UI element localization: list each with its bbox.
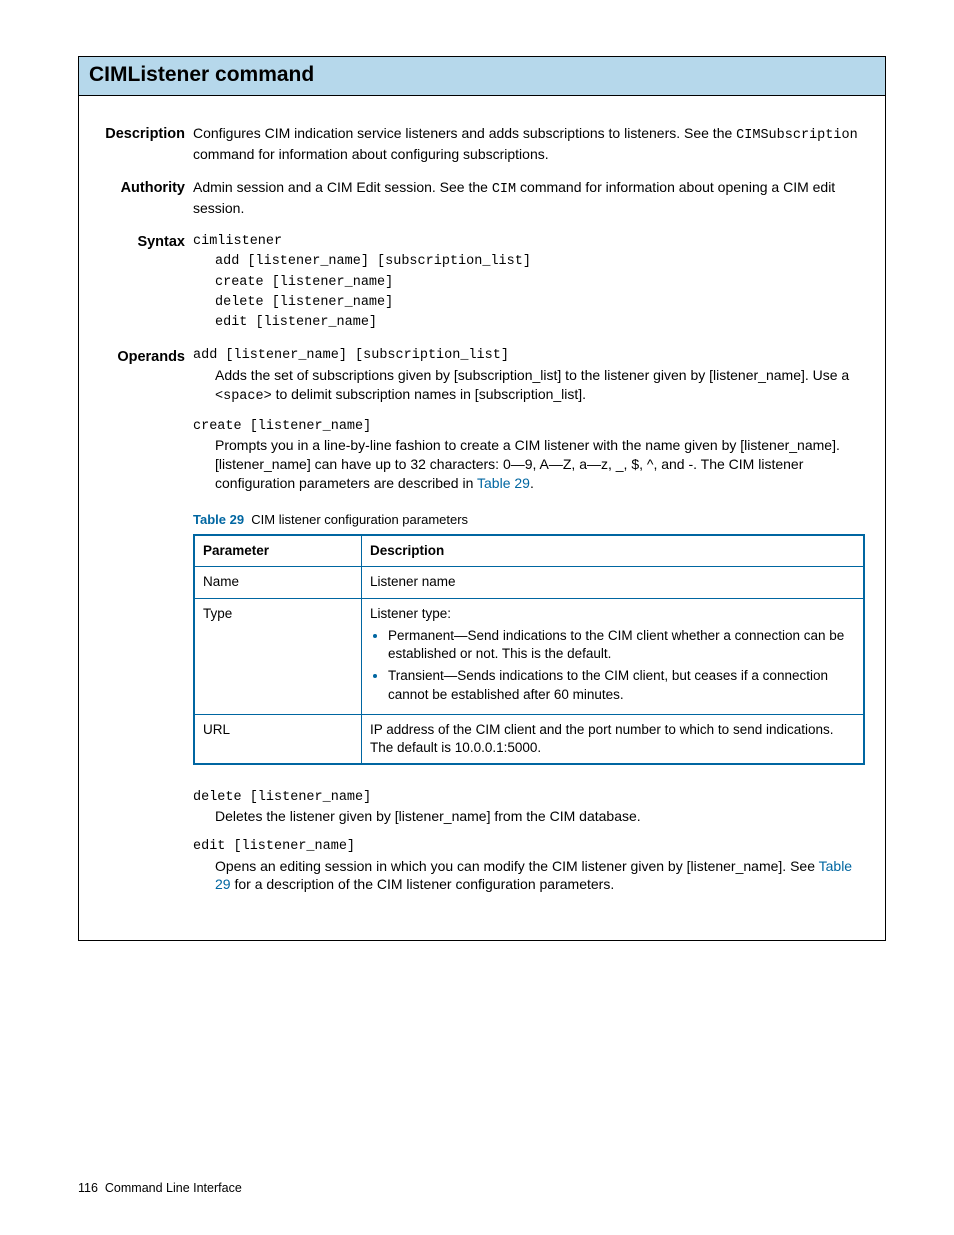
- link-table29-a[interactable]: Table 29: [477, 475, 530, 491]
- table-caption-label: Table 29: [193, 512, 244, 527]
- footer-section: Command Line Interface: [105, 1181, 242, 1195]
- operand-edit-head: edit [listener_name]: [193, 838, 865, 856]
- cell-url-param: URL: [194, 714, 362, 764]
- operand-add-head: add [listener_name] [subscription_list]: [193, 347, 865, 365]
- section-syntax: Syntax cimlistener add [listener_name] […: [99, 232, 865, 333]
- op-create-t2: .: [530, 475, 534, 491]
- auth-code-1: CIM: [492, 182, 516, 197]
- op-edit-t2: for a description of the CIM listener co…: [231, 876, 615, 892]
- label-syntax: Syntax: [99, 232, 193, 333]
- cell-url-desc: IP address of the CIM client and the por…: [362, 714, 865, 764]
- operand-edit: edit [listener_name] Opens an editing se…: [193, 838, 865, 894]
- table-row-type: Type Listener type: Permanent—Send indic…: [194, 598, 864, 714]
- footer-page-num: 116: [78, 1181, 98, 1195]
- syntax-line-2: delete [listener_name]: [193, 293, 865, 313]
- page-footer: 116 Command Line Interface: [78, 1181, 242, 1195]
- syntax-line-1: create [listener_name]: [193, 273, 865, 293]
- operand-create-head: create [listener_name]: [193, 418, 865, 436]
- operand-delete-body: Deletes the listener given by [listener_…: [193, 807, 865, 826]
- body-area: Description Configures CIM indication se…: [79, 96, 885, 940]
- table-header-row: Parameter Description: [194, 535, 864, 567]
- desc-text-2: command for information about configurin…: [193, 146, 549, 162]
- page: CIMListener command Description Configur…: [0, 0, 954, 1235]
- content-description: Configures CIM indication service listen…: [193, 124, 865, 164]
- operand-create: create [listener_name] Prompts you in a …: [193, 418, 865, 493]
- content-syntax: cimlistener add [listener_name] [subscri…: [193, 232, 865, 333]
- desc-code-1: CIMSubscription: [736, 128, 858, 143]
- content-operands: add [listener_name] [subscription_list] …: [193, 347, 865, 906]
- section-authority: Authority Admin session and a CIM Edit s…: [99, 178, 865, 218]
- op-add-code: <space>: [215, 389, 272, 404]
- syntax-cmd: cimlistener: [193, 232, 865, 252]
- section-operands: Operands add [listener_name] [subscripti…: [99, 347, 865, 906]
- th-description: Description: [362, 535, 865, 567]
- auth-text-1: Admin session and a CIM Edit session. Se…: [193, 179, 492, 195]
- type-bullet-1: Transient—Sends indications to the CIM c…: [388, 667, 855, 703]
- th-parameter: Parameter: [194, 535, 362, 567]
- operand-delete: delete [listener_name] Deletes the liste…: [193, 789, 865, 826]
- cell-name-desc: Listener name: [362, 567, 865, 598]
- operand-add: add [listener_name] [subscription_list] …: [193, 347, 865, 405]
- op-edit-t1: Opens an editing session in which you ca…: [215, 858, 819, 874]
- op-add-t2: to delimit subscription names in [subscr…: [272, 386, 586, 402]
- desc-text-1: Configures CIM indication service listen…: [193, 125, 736, 141]
- operand-add-body: Adds the set of subscriptions given by […: [193, 366, 865, 406]
- label-description: Description: [99, 124, 193, 164]
- section-description: Description Configures CIM indication se…: [99, 124, 865, 164]
- table-caption: Table 29 CIM listener configuration para…: [193, 511, 865, 529]
- cell-type-desc: Listener type: Permanent—Send indication…: [362, 598, 865, 714]
- table-caption-text: CIM listener configuration parameters: [251, 512, 468, 527]
- operand-edit-body: Opens an editing session in which you ca…: [193, 857, 865, 895]
- spacer: [193, 765, 865, 789]
- syntax-line-0: add [listener_name] [subscription_list]: [193, 252, 865, 272]
- table-row-url: URL IP address of the CIM client and the…: [194, 714, 864, 764]
- op-add-t1: Adds the set of subscriptions given by […: [215, 367, 849, 383]
- page-title: CIMListener command: [79, 57, 885, 96]
- operand-create-body: Prompts you in a line-by-line fashion to…: [193, 436, 865, 493]
- content-frame: CIMListener command Description Configur…: [78, 56, 886, 941]
- syntax-line-3: edit [listener_name]: [193, 313, 865, 333]
- operand-delete-head: delete [listener_name]: [193, 789, 865, 807]
- type-intro: Listener type:: [370, 606, 451, 621]
- table-row-name: Name Listener name: [194, 567, 864, 598]
- type-bullet-0: Permanent—Send indications to the CIM cl…: [388, 627, 855, 663]
- cell-type-param: Type: [194, 598, 362, 714]
- cell-name-param: Name: [194, 567, 362, 598]
- label-operands: Operands: [99, 347, 193, 906]
- content-authority: Admin session and a CIM Edit session. Se…: [193, 178, 865, 218]
- label-authority: Authority: [99, 178, 193, 218]
- param-table: Parameter Description Name Listener name…: [193, 534, 865, 765]
- type-bullets: Permanent—Send indications to the CIM cl…: [370, 627, 855, 704]
